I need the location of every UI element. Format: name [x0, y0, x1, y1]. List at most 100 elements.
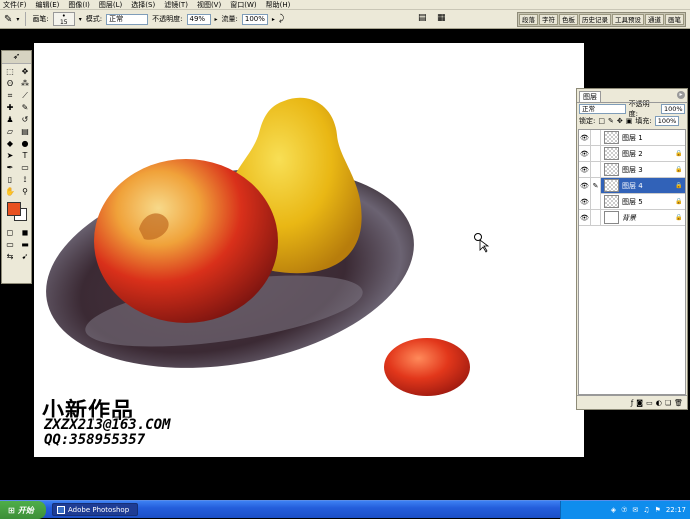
layer-style-icon[interactable]: ƒ — [631, 399, 633, 407]
menu-image[interactable]: 图像(I) — [68, 0, 90, 10]
healing-brush-tool-icon[interactable]: ✚ — [3, 102, 17, 113]
shape-tool-icon[interactable]: ▭ — [18, 162, 32, 173]
brush-tool-icon[interactable]: ✎ — [18, 102, 32, 113]
link-slot[interactable] — [591, 129, 601, 146]
brush-indicator-icon[interactable]: ✎ — [591, 177, 601, 194]
magic-wand-tool-icon[interactable]: ⁂ — [18, 78, 32, 89]
clone-stamp-tool-icon[interactable]: ♟ — [3, 114, 17, 125]
tab-brushes[interactable]: 画笔 — [665, 14, 684, 25]
tab-character[interactable]: 字符 — [539, 14, 558, 25]
lock-all-icon[interactable]: ▣ — [626, 117, 633, 125]
eye-icon[interactable]: 👁 — [579, 209, 591, 226]
tab-history[interactable]: 历史记录 — [579, 14, 611, 25]
brush-preset-picker[interactable]: • 15 — [52, 12, 75, 26]
pen-tool-icon[interactable]: ✒ — [3, 162, 17, 173]
airbrush-icon[interactable]: ⤸ — [279, 14, 284, 24]
flow-slider-icon[interactable]: ▸ — [272, 16, 275, 23]
tab-paragraph[interactable]: 段落 — [519, 14, 538, 25]
tray-icon-1[interactable]: ◈ — [611, 506, 616, 514]
marquee-tool-icon[interactable]: ⬚ — [3, 66, 17, 77]
zoom-tool-icon[interactable]: ⚲ — [18, 186, 32, 197]
eyedropper-tool-icon[interactable]: ⟟ — [18, 174, 32, 185]
crop-tool-icon[interactable]: ⌗ — [3, 90, 17, 101]
layer-row[interactable]: 👁 图层 1 — [579, 129, 685, 146]
lock-transparency-icon[interactable]: □ — [598, 117, 605, 125]
standard-mode-icon[interactable]: ◻ — [3, 227, 17, 238]
flow-input[interactable]: 100% — [241, 13, 268, 25]
link-slot[interactable] — [591, 193, 601, 210]
tool-preset-dropdown-icon[interactable]: ▾ — [16, 16, 19, 23]
menu-edit[interactable]: 编辑(E) — [36, 0, 60, 10]
layer-row-selected[interactable]: 👁 ✎ 图层 4 🔒 — [579, 177, 685, 194]
lock-position-icon[interactable]: ✥ — [617, 117, 623, 125]
menu-filter[interactable]: 滤镜(T) — [164, 0, 188, 10]
lock-image-icon[interactable]: ✎ — [608, 117, 614, 125]
menu-file[interactable]: 文件(F) — [3, 0, 27, 10]
menu-window[interactable]: 窗口(W) — [230, 0, 256, 10]
menu-layer[interactable]: 图层(L) — [99, 0, 122, 10]
eye-icon[interactable]: 👁 — [579, 193, 591, 210]
path-selection-tool-icon[interactable]: ➤ — [3, 150, 17, 161]
quick-mask-icon[interactable]: ◼ — [18, 227, 32, 238]
link-slot[interactable] — [591, 145, 601, 162]
clock[interactable]: 22:17 — [666, 506, 686, 514]
tray-icon-4[interactable]: ♫ — [643, 506, 649, 514]
tab-tool-presets[interactable]: 工具预设 — [612, 14, 644, 25]
tray-icon-5[interactable]: ⚑ — [655, 506, 661, 514]
dodge-tool-icon[interactable]: ● — [18, 138, 32, 149]
document-canvas[interactable]: 小新作品 ZXZX213@163.COM QQ:358955357 — [34, 43, 584, 457]
blur-tool-icon[interactable]: ◆ — [3, 138, 17, 149]
adjustment-layer-icon[interactable]: ◐ — [656, 399, 662, 407]
move-tool-icon[interactable]: ✥ — [18, 66, 32, 77]
toolbox-header[interactable]: ➶ — [2, 51, 31, 64]
file-browser-icon[interactable]: ▤ — [418, 13, 427, 23]
eye-icon[interactable]: 👁 — [579, 161, 591, 178]
lasso-tool-icon[interactable]: ʘ — [3, 78, 17, 89]
screen-mode-full-icon[interactable]: ▬ — [18, 239, 32, 250]
new-layer-icon[interactable]: ❏ — [665, 399, 671, 407]
delete-layer-icon[interactable]: 🗑 — [674, 399, 683, 407]
blend-mode-select[interactable]: 正常 — [579, 104, 626, 114]
mode-select[interactable]: 正常 — [106, 13, 149, 25]
menu-view[interactable]: 视图(V) — [197, 0, 221, 10]
add-mask-icon[interactable]: ◙ — [636, 399, 643, 407]
tray-icon-2[interactable]: ⑦ — [621, 506, 627, 514]
link-slot[interactable] — [591, 209, 601, 226]
eye-icon[interactable]: 👁 — [579, 145, 591, 162]
new-set-icon[interactable]: ▭ — [646, 399, 653, 407]
tray-icon-3[interactable]: ✉ — [632, 506, 638, 514]
layer-row[interactable]: 👁 图层 5 🔒 — [579, 193, 685, 210]
brush-dropdown-icon[interactable]: ▾ — [79, 16, 82, 23]
tab-layers[interactable]: 图层 — [579, 91, 601, 102]
screen-mode-standard-icon[interactable]: ▭ — [3, 239, 17, 250]
fill-input[interactable]: 100% — [654, 116, 679, 126]
start-button[interactable]: ⊞ 开始 — [0, 501, 46, 519]
tab-channels[interactable]: 通道 — [645, 14, 664, 25]
gradient-tool-icon[interactable]: ▤ — [18, 126, 32, 137]
menu-select[interactable]: 选择(S) — [131, 0, 155, 10]
tab-swatches[interactable]: 色板 — [559, 14, 578, 25]
jump-to-imageready-icon[interactable]: ⇆ — [3, 251, 17, 262]
eraser-tool-icon[interactable]: ▱ — [3, 126, 17, 137]
layer-row[interactable]: 👁 背景 🔒 — [579, 209, 685, 226]
layer-row[interactable]: 👁 图层 2 🔒 — [579, 145, 685, 162]
layer-row[interactable]: 👁 图层 3 🔒 — [579, 161, 685, 178]
panel-menu-icon[interactable]: ▸ — [677, 91, 685, 99]
hand-tool-icon[interactable]: ✋ — [3, 186, 17, 197]
notes-tool-icon[interactable]: ▯ — [3, 174, 17, 185]
link-slot[interactable] — [591, 161, 601, 178]
opacity-input[interactable]: 49% — [186, 13, 211, 25]
type-tool-icon[interactable]: T — [18, 150, 32, 161]
eye-icon[interactable]: 👁 — [579, 177, 591, 194]
history-brush-tool-icon[interactable]: ↺ — [18, 114, 32, 125]
foreground-color[interactable] — [7, 202, 21, 216]
slice-tool-icon[interactable]: ⟋ — [18, 90, 32, 101]
menu-help[interactable]: 帮助(H) — [266, 0, 291, 10]
taskbar-app-photoshop[interactable]: Adobe Photoshop — [52, 503, 138, 516]
palette-well-icon[interactable]: ▦ — [437, 13, 446, 23]
layer-opacity-input[interactable]: 100% — [661, 104, 685, 114]
brush-tool-icon[interactable]: ✎ — [4, 14, 12, 25]
opacity-slider-icon[interactable]: ▸ — [215, 16, 218, 23]
extra-icon[interactable]: ➹ — [18, 251, 32, 262]
eye-icon[interactable]: 👁 — [579, 129, 591, 146]
